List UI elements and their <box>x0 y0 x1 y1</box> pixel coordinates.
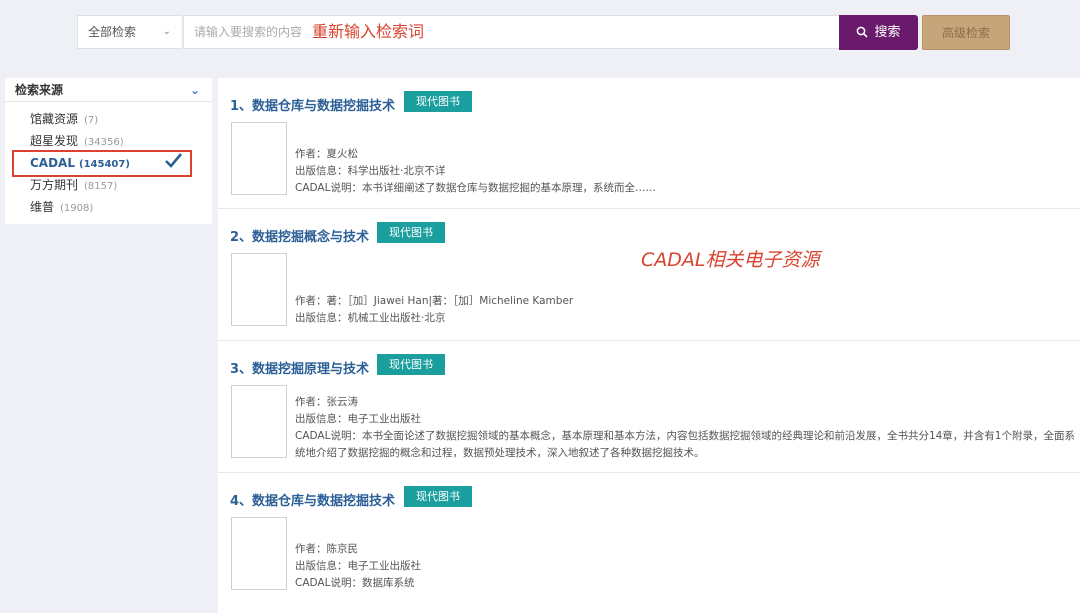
result-publisher: 出版信息：电子工业出版社 <box>295 413 421 425</box>
source-filter-header[interactable]: 检索来源 ⌄ <box>5 78 212 102</box>
result-publisher: 出版信息：机械工业出版社·北京 <box>295 312 446 324</box>
advanced-search-label: 高级检索 <box>941 26 990 40</box>
chevron-down-icon: ⌄ <box>189 83 200 97</box>
search-scope-label: 全部检索 <box>88 25 137 39</box>
result-tag: 现代图书 <box>404 91 472 112</box>
source-filter-title: 检索来源 <box>15 83 64 97</box>
checkmark-icon <box>165 153 182 168</box>
source-item-label: 超星发现 <box>30 134 79 148</box>
source-item-count: (34356) <box>84 137 124 148</box>
search-input[interactable]: 请输入要搜索的内容 重新输入检索词 <box>183 15 840 49</box>
result-title[interactable]: 2、数据挖掘概念与技术 <box>230 226 369 245</box>
source-item-label: 馆藏资源 <box>30 112 79 126</box>
book-cover-thumbnail[interactable] <box>231 253 287 326</box>
chevron-down-icon: ⌄ <box>162 26 171 37</box>
result-meta: 作者：著：［加］Jiawei Han|著：［加］Micheline Kamber… <box>295 293 1075 327</box>
source-item-library[interactable]: 馆藏资源 (7) <box>5 108 212 130</box>
search-bar: 全部检索 ⌄ 请输入要搜索的内容 重新输入检索词 搜索 高级检索 <box>0 0 1080 62</box>
result-tag: 现代图书 <box>404 486 472 507</box>
advanced-search-button[interactable]: 高级检索 <box>922 15 1010 50</box>
result-author: 作者：著：［加］Jiawei Han|著：［加］Micheline Kamber <box>295 295 574 307</box>
search-placeholder: 请输入要搜索的内容 <box>194 25 303 39</box>
search-button[interactable]: 搜索 <box>839 15 918 50</box>
result-description: CADAL说明：数据库系统 <box>295 577 415 589</box>
result-publisher: 出版信息：电子工业出版社 <box>295 560 421 572</box>
source-item-label: 万方期刊 <box>30 178 79 192</box>
result-meta: 作者：夏火松 出版信息：科学出版社·北京不详 CADAL说明：本书详细阐述了数据… <box>295 146 1075 197</box>
source-item-weipu[interactable]: 维普 (1908) <box>5 196 212 218</box>
result-publisher: 出版信息：科学出版社·北京不详 <box>295 165 446 177</box>
result-description: CADAL说明：本书全面论述了数据挖掘领域的基本概念，基本原理和基本方法，内容包… <box>295 430 1075 459</box>
result-title[interactable]: 4、数据仓库与数据挖掘技术 <box>230 490 395 509</box>
result-card: 2、数据挖掘概念与技术 现代图书 作者：著：［加］Jiawei Han|著：［加… <box>218 209 1080 341</box>
result-meta: 作者：陈京民 出版信息：电子工业出版社 CADAL说明：数据库系统 <box>295 541 1075 592</box>
search-scope-select[interactable]: 全部检索 ⌄ <box>77 15 181 49</box>
result-card: 4、数据仓库与数据挖掘技术 现代图书 作者：陈京民 出版信息：电子工业出版社 C… <box>218 473 1080 613</box>
book-cover-thumbnail[interactable] <box>231 385 287 458</box>
result-tag: 现代图书 <box>377 222 445 243</box>
search-icon <box>857 26 869 38</box>
result-card: 3、数据挖掘原理与技术 现代图书 作者：张云涛 出版信息：电子工业出版社 CAD… <box>218 341 1080 473</box>
result-tag: 现代图书 <box>377 354 445 375</box>
results-list: 1、数据仓库与数据挖掘技术 现代图书 作者：夏火松 出版信息：科学出版社·北京不… <box>218 78 1080 613</box>
result-title[interactable]: 1、数据仓库与数据挖掘技术 <box>230 95 395 114</box>
result-author: 作者：陈京民 <box>295 543 358 555</box>
search-button-label: 搜索 <box>874 25 901 40</box>
result-description: CADAL说明：本书详细阐述了数据仓库与数据挖掘的基本原理，系统而全…… <box>295 182 656 194</box>
result-author: 作者：夏火松 <box>295 148 358 160</box>
source-item-chaoxing[interactable]: 超星发现 (34356) <box>5 130 212 152</box>
annotation-reenter-keywords: 重新输入检索词 <box>312 22 425 41</box>
result-card: 1、数据仓库与数据挖掘技术 现代图书 作者：夏火松 出版信息：科学出版社·北京不… <box>218 78 1080 209</box>
source-item-count: (7) <box>84 115 99 126</box>
source-item-label: 维普 <box>30 200 55 214</box>
book-cover-thumbnail[interactable] <box>231 122 287 195</box>
result-title[interactable]: 3、数据挖掘原理与技术 <box>230 358 369 377</box>
annotation-cadal-resources: CADAL相关电子资源 <box>641 249 820 271</box>
result-meta: 作者：张云涛 出版信息：电子工业出版社 CADAL说明：本书全面论述了数据挖掘领… <box>295 394 1075 462</box>
source-item-count: (8157) <box>84 181 118 192</box>
source-item-wanfang[interactable]: 万方期刊 (8157) <box>5 174 212 196</box>
result-author: 作者：张云涛 <box>295 396 358 408</box>
book-cover-thumbnail[interactable] <box>231 517 287 590</box>
source-item-count: (1908) <box>60 203 94 214</box>
